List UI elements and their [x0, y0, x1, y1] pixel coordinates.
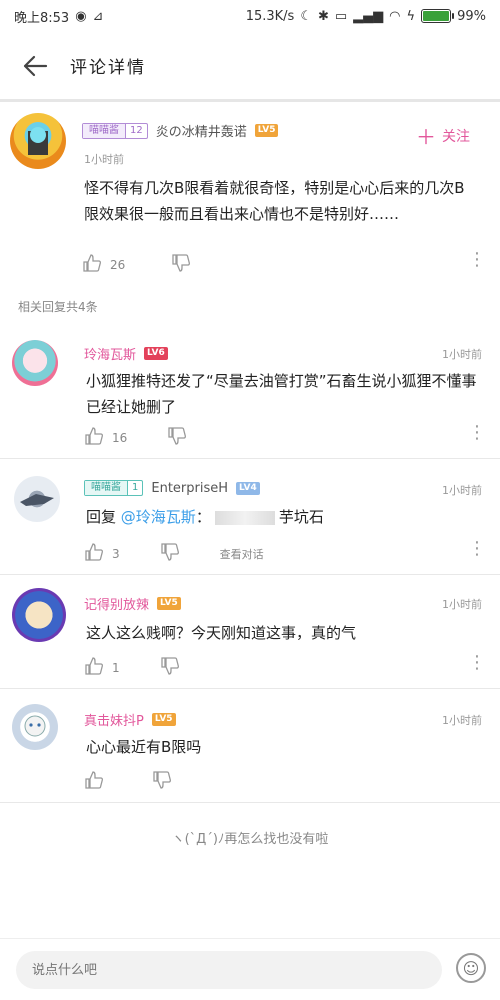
reply-item: 喵喵酱 1 EnterpriseH LV4 1小时前 回复 @玲海瓦斯： 芋坑石 …: [0, 462, 500, 574]
reply-item: 玲海瓦斯 LV6 1小时前 小狐狸推特还发了“尽量去油管打赏”石畜生说小狐狸不懂…: [0, 330, 500, 458]
dislike-button[interactable]: [160, 656, 180, 679]
data-saver-icon: ϟ: [406, 8, 416, 24]
level-badge: LV6: [144, 347, 168, 360]
divider: [0, 574, 500, 575]
more-options-icon[interactable]: ⋮: [468, 654, 486, 672]
moon-icon: ☾: [300, 8, 312, 24]
battery-percent: 99%: [457, 8, 486, 24]
page-title: 评论详情: [70, 58, 146, 78]
more-options-icon[interactable]: ⋮: [468, 540, 486, 558]
thumb-up-icon: [84, 656, 104, 679]
end-of-list-text: ヽ(`Д´)ﾉ再怎么找也没有啦: [171, 832, 329, 847]
notification-icon: ◉: [75, 8, 87, 24]
username[interactable]: EnterpriseH: [151, 481, 228, 496]
thumb-down-icon: [171, 253, 191, 276]
thumb-up-icon: [84, 426, 104, 449]
mention-link[interactable]: @玲海瓦斯: [121, 508, 196, 526]
reply-text: 小狐狸推特还发了“尽量去油管打赏”石畜生说小狐狸不懂事 已经让她删了: [86, 372, 477, 416]
reply-item: 真击妹抖P LV5 1小时前 心心最近有B限吗: [0, 692, 500, 802]
signal-icon: ▂▄▆: [353, 8, 384, 24]
avatar[interactable]: [14, 476, 60, 522]
comment-text: 怪不得有几次B限看着就很奇怪，特别是心心后来的几次B限效果很一般而且看出来心情也…: [84, 179, 465, 223]
avatar[interactable]: [12, 340, 58, 386]
level-badge: LV5: [157, 597, 181, 610]
thumb-down-icon: [160, 542, 180, 565]
username[interactable]: 玲海瓦斯: [84, 344, 136, 363]
like-button[interactable]: 16: [84, 426, 127, 449]
dislike-button[interactable]: [167, 426, 187, 449]
reply-time: 1小时前: [442, 714, 482, 727]
plus-icon: ＋: [416, 125, 436, 149]
username[interactable]: 炎の冰精井轰诺: [156, 121, 247, 140]
avatar[interactable]: [10, 113, 66, 169]
divider: [0, 802, 500, 803]
thumb-up-icon: [84, 542, 104, 565]
bluetooth-icon: ✱: [317, 8, 329, 24]
thumb-up-icon: [82, 253, 102, 276]
status-time: 晚上8:53: [14, 10, 70, 26]
avatar[interactable]: [12, 588, 66, 642]
dislike-button[interactable]: [171, 253, 191, 276]
battery-icon: [421, 9, 455, 23]
thumb-down-icon: [167, 426, 187, 449]
reply-time: 1小时前: [442, 484, 482, 497]
app-header: 评论详情: [0, 32, 500, 102]
network-speed: 15.3K/s: [245, 8, 295, 24]
emoji-icon[interactable]: ☺: [456, 953, 486, 983]
reply-item: 记得别放辣 LV5 1小时前 这人这么贱啊？今天刚知道这事，真的气 1 ⋮: [0, 578, 500, 688]
level-badge: LV4: [236, 481, 260, 495]
dislike-button[interactable]: [152, 770, 172, 793]
like-button[interactable]: 1: [84, 656, 120, 679]
like-button[interactable]: 3: [84, 542, 120, 565]
divider: [0, 688, 500, 689]
reply-text: 这人这么贱啊？今天刚知道这事，真的气: [86, 624, 357, 642]
more-options-icon[interactable]: ⋮: [468, 251, 486, 269]
thumb-up-icon: [84, 770, 104, 793]
level-badge: LV5: [254, 124, 279, 137]
reply-time: 1小时前: [442, 598, 482, 611]
dislike-button[interactable]: [160, 542, 180, 565]
wifi-icon: ◠: [389, 8, 401, 24]
more-options-icon[interactable]: ⋮: [468, 424, 486, 442]
comment-input[interactable]: [16, 951, 442, 989]
username[interactable]: 记得别放辣: [84, 594, 149, 613]
back-arrow-icon[interactable]: [0, 31, 70, 101]
thumb-down-icon: [160, 656, 180, 679]
reply-text: 心心最近有B限吗: [86, 738, 202, 756]
reply-text: 回复 @玲海瓦斯： 芋坑石: [86, 508, 324, 526]
divider: [0, 458, 500, 459]
fan-badge[interactable]: 喵喵酱 12: [82, 122, 148, 139]
like-button[interactable]: 26: [82, 253, 125, 276]
no-signal-icon: ⊿: [92, 8, 104, 24]
username[interactable]: 真击妹抖P: [84, 710, 144, 729]
reply-time: 1小时前: [442, 348, 482, 361]
like-button[interactable]: [84, 770, 112, 793]
main-comment: 喵喵酱 12 炎の冰精井轰诺 LV5 ＋ 关注 1小时前 怪不得有几次B限看着就…: [0, 105, 500, 285]
related-replies-count: 相关回复共4条: [18, 300, 98, 314]
vibrate-icon: ▭: [334, 8, 348, 24]
thumb-down-icon: [152, 770, 172, 793]
fan-badge[interactable]: 喵喵酱 1: [84, 480, 144, 496]
comment-time: 1小时前: [84, 153, 124, 166]
blurred-text: [214, 510, 275, 525]
comment-input-bar: ☺: [0, 938, 500, 1000]
view-dialog-link[interactable]: 查看对话: [220, 546, 264, 562]
follow-button[interactable]: ＋ 关注: [416, 121, 470, 150]
level-badge: LV5: [151, 713, 176, 726]
avatar[interactable]: [12, 704, 58, 750]
status-bar: 晚上8:53 ◉ ⊿ 15.3K/s ☾ ✱ ▭ ▂▄▆ ◠ ϟ 99%: [0, 0, 500, 32]
